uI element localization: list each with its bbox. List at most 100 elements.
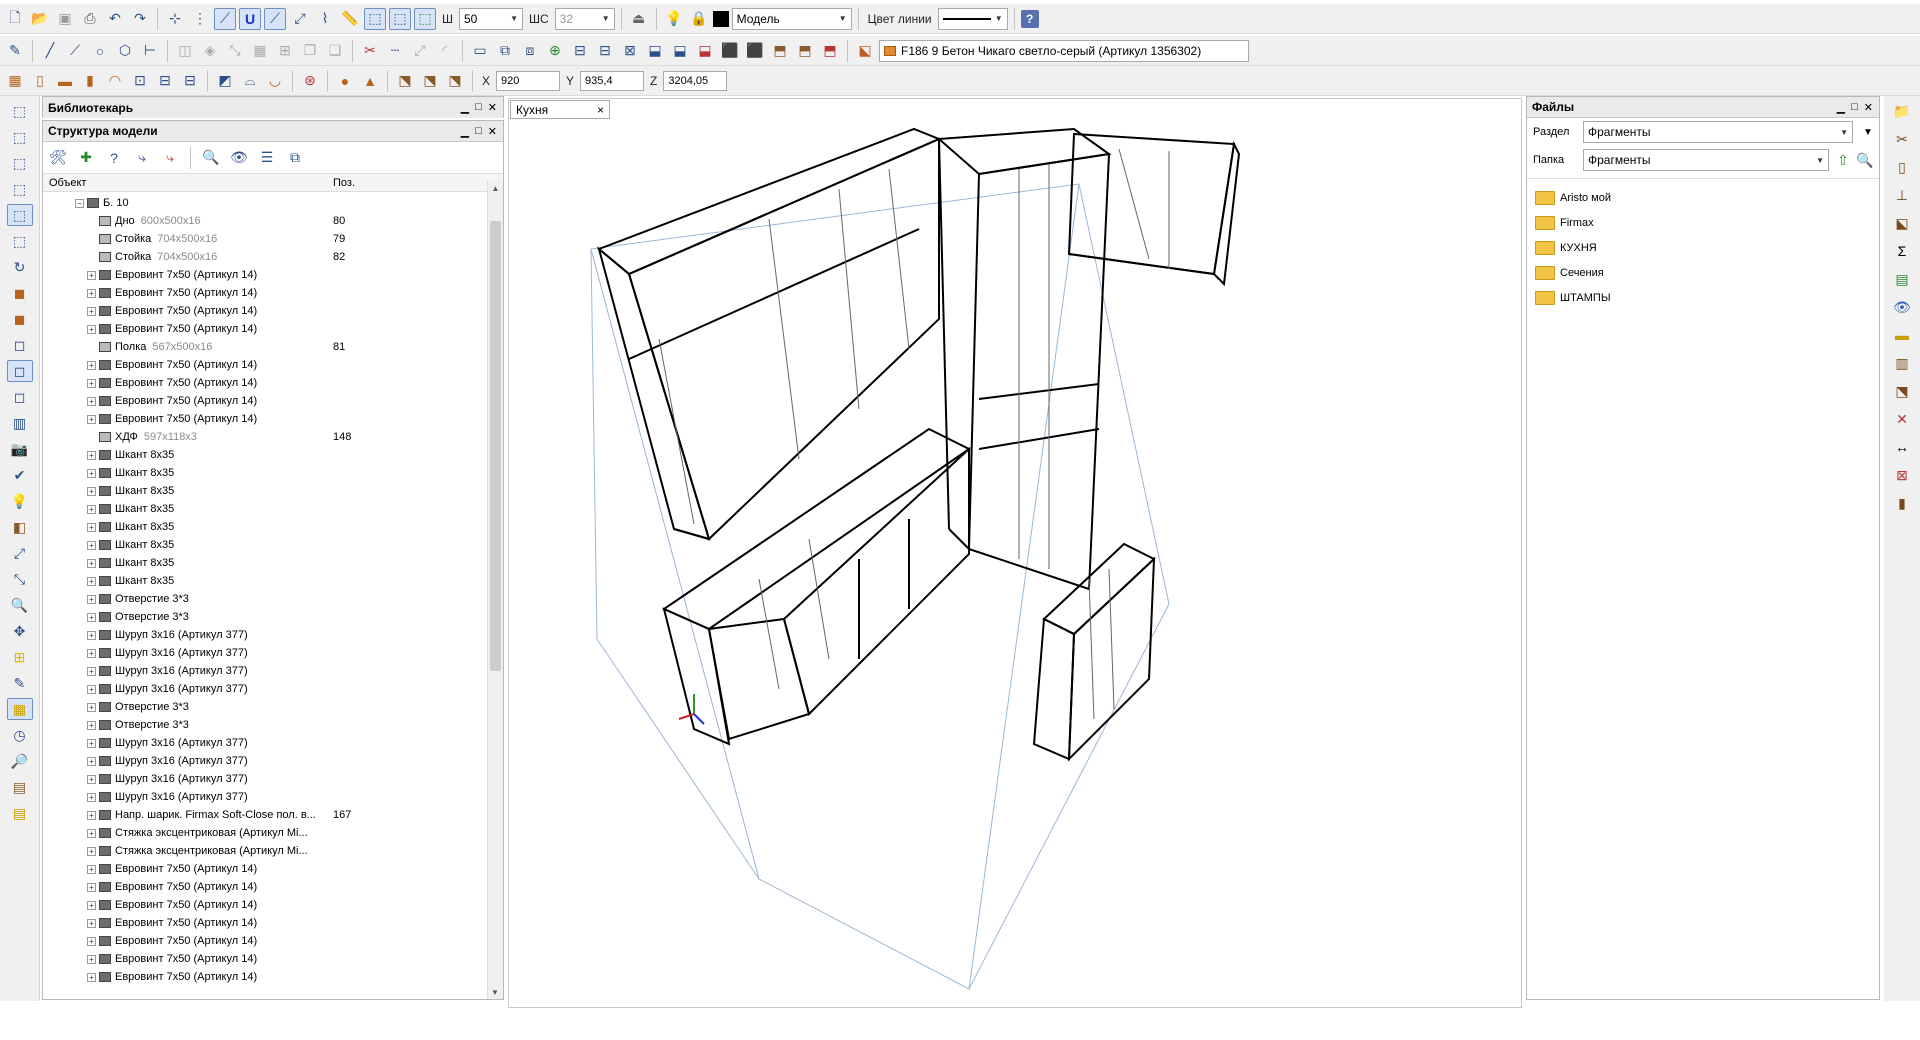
expand-icon[interactable]: + [87, 558, 96, 568]
arch-icon[interactable]: ⌓ [239, 70, 261, 92]
expand-icon[interactable]: + [87, 756, 96, 766]
tree-row[interactable]: + Евровинт 7x50 (Артикул 14) [43, 302, 503, 320]
door2-icon[interactable]: ⬒ [794, 40, 816, 62]
expand-icon[interactable]: + [87, 864, 96, 874]
circle-icon[interactable]: ○ [89, 40, 111, 62]
catalog-icon[interactable]: 📁 [1889, 100, 1915, 122]
plank-icon[interactable]: ▮ [1889, 492, 1915, 514]
expand-icon[interactable]: + [87, 666, 96, 676]
column-icon[interactable]: ⊟ [154, 70, 176, 92]
tab-close-icon[interactable]: × [597, 103, 604, 117]
expand-icon[interactable]: + [87, 450, 96, 460]
tree-row[interactable]: + Шкант 8x35 [43, 446, 503, 464]
x-coord-input[interactable]: 920 [496, 70, 561, 91]
edge-icon[interactable]: ⊟ [569, 40, 591, 62]
open-file-icon[interactable]: 📂 [29, 8, 51, 30]
tree-row[interactable]: + Евровинт 7x50 (Артикул 14) [43, 392, 503, 410]
expand-icon[interactable]: + [87, 846, 96, 856]
tools-icon[interactable]: 🛠 [47, 147, 69, 169]
tree-row[interactable]: + Стяжка эксцентриковая (Артикул Mi... [43, 824, 503, 842]
folder-search-icon[interactable]: 🔍 [1854, 149, 1876, 171]
handle-icon[interactable]: ◡ [264, 70, 286, 92]
expand-icon[interactable]: + [87, 630, 96, 640]
expand-icon[interactable]: + [87, 414, 96, 424]
scissors-icon[interactable]: ✂ [1889, 128, 1915, 150]
zoom-icon[interactable]: 🔍 [7, 594, 33, 616]
extend-icon[interactable]: ⤢ [409, 40, 431, 62]
tree-row[interactable]: + Евровинт 7x50 (Артикул 14) [43, 860, 503, 878]
col-object[interactable]: Объект [43, 177, 333, 189]
box-icon[interactable]: ⬛ [719, 40, 741, 62]
snap-point-icon[interactable]: ⤢ [289, 8, 311, 30]
box-part-icon[interactable]: ⬔ [1889, 380, 1915, 402]
cross-icon[interactable]: ✕ [1889, 408, 1915, 430]
rotate-view-icon[interactable]: ↻ [7, 256, 33, 278]
tree-row[interactable]: + Шуруп 3x16 (Артикул 377) [43, 752, 503, 770]
expand-icon[interactable]: + [87, 954, 96, 964]
profile-icon[interactable]: ◩ [214, 70, 236, 92]
tree-row[interactable]: + Евровинт 7x50 (Артикул 14) [43, 410, 503, 428]
scroll-up-icon[interactable]: ▲ [488, 181, 503, 193]
expand-icon[interactable]: + [87, 576, 96, 586]
line-style-combo[interactable]: ▼ [937, 7, 1008, 30]
expand-icon[interactable]: + [87, 936, 96, 946]
new-file-icon[interactable]: 🗋 [4, 8, 26, 30]
expand-icon[interactable]: + [87, 882, 96, 892]
mirror-icon[interactable]: ◫ [174, 40, 196, 62]
array-polar-icon[interactable]: ⊞ [274, 40, 296, 62]
row-icon[interactable]: ⊟ [179, 70, 201, 92]
objects-icon[interactable]: ◧ [7, 516, 33, 538]
tree-row[interactable]: + Евровинт 7x50 (Артикул 14) [43, 878, 503, 896]
door-part-icon[interactable]: ▯ [1889, 156, 1915, 178]
print-icon[interactable]: ⎙ [79, 8, 101, 30]
notes-icon[interactable]: ▤ [7, 802, 33, 824]
tree-root[interactable]: − Б. 10 [43, 194, 503, 212]
tree-row[interactable]: + Евровинт 7x50 (Артикул 14) [43, 896, 503, 914]
snap-grid-icon[interactable]: ⋮ [189, 8, 211, 30]
undo-icon[interactable]: ↶ [104, 8, 126, 30]
tree-row[interactable]: + Шуруп 3x16 (Артикул 377) [43, 770, 503, 788]
expand-icon[interactable]: + [87, 918, 96, 928]
tree-row[interactable]: Дно 600x500x16 80 [43, 212, 503, 230]
sphere-icon[interactable]: ● [334, 70, 356, 92]
folder-item[interactable]: Aristo мой [1527, 185, 1879, 210]
render-wire-icon[interactable]: ◻ [7, 334, 33, 356]
lock-icon[interactable]: 🔒 [688, 8, 710, 30]
select-mode-icon[interactable]: ⬚ [364, 7, 386, 30]
material-field[interactable]: F186 9 Бетон Чикаго светло-серый (Артику… [879, 39, 1249, 62]
expand-icon[interactable]: + [87, 612, 96, 622]
tree-row[interactable]: + Шкант 8x35 [43, 500, 503, 518]
expand-icon[interactable]: + [87, 702, 96, 712]
files-minimize-button[interactable]: ▁ [1837, 101, 1845, 114]
pyramid-icon[interactable]: ▲ [359, 70, 381, 92]
tree-row[interactable]: ХДФ 597x118x3 148 [43, 428, 503, 446]
tree-row[interactable]: Полка 567x500x16 81 [43, 338, 503, 356]
expand-icon[interactable]: + [87, 810, 96, 820]
box3d-icon[interactable]: ⬔ [394, 70, 416, 92]
query-icon[interactable]: ? [103, 147, 125, 169]
structure-minimize-button[interactable]: ▁ [461, 125, 469, 138]
break-icon[interactable]: ┄ [384, 40, 406, 62]
tree-row[interactable]: + Евровинт 7x50 (Артикул 14) [43, 320, 503, 338]
view-iso-icon[interactable]: ⬚ [7, 178, 33, 200]
expand-icon[interactable]: + [87, 306, 96, 316]
folder-up-icon[interactable]: ⇧ [1832, 149, 1854, 171]
tree-row[interactable]: + Отверстие 3*3 [43, 716, 503, 734]
select-all-icon[interactable]: ⬚ [414, 7, 436, 30]
tree-row[interactable]: + Шкант 8x35 [43, 518, 503, 536]
tree-row[interactable]: + Стяжка эксцентриковая (Артикул Mi... [43, 842, 503, 860]
trim-icon[interactable]: ✂ [359, 40, 381, 62]
folder-item[interactable]: КУХНЯ [1527, 235, 1879, 260]
edge-remove-icon[interactable]: ⊠ [619, 40, 641, 62]
fitting-icon[interactable]: ⊛ [299, 70, 321, 92]
snap-spring-icon[interactable]: ⌇ [314, 8, 336, 30]
visibility-icon[interactable]: 👁 [228, 147, 250, 169]
snap-u-icon[interactable]: U [239, 7, 261, 30]
eye-icon[interactable]: 👁 [1889, 296, 1915, 318]
sum-icon[interactable]: Σ [1889, 240, 1915, 262]
edge-apply-icon[interactable]: ⊟ [594, 40, 616, 62]
tree-row[interactable]: + Отверстие 3*3 [43, 608, 503, 626]
expand-icon[interactable]: + [87, 504, 96, 514]
preview-icon[interactable]: 🔍 [200, 147, 222, 169]
view-left-icon[interactable]: ⬚ [7, 126, 33, 148]
